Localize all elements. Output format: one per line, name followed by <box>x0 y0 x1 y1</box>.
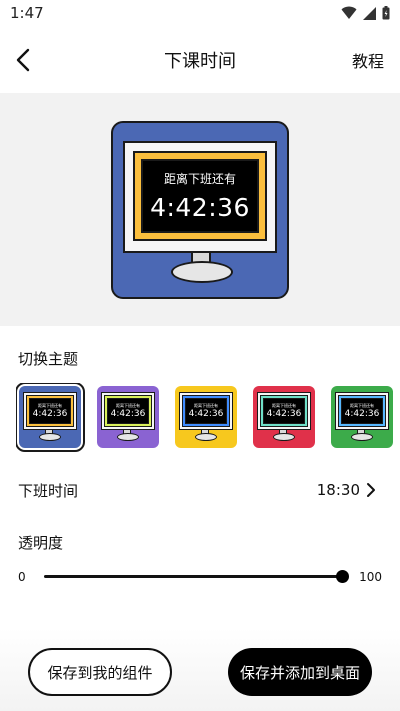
theme-monitor-display: 距离下班还有 4:42:36 <box>341 398 383 424</box>
opacity-max-label: 100 <box>359 570 382 584</box>
battery-icon <box>382 6 390 20</box>
chevron-right-icon <box>367 483 375 497</box>
theme-stand-base <box>39 433 61 441</box>
opacity-slider-track[interactable] <box>44 575 342 578</box>
theme-option-blue[interactable]: 距离下班还有 4:42:36 <box>16 383 85 452</box>
opacity-min-label: 0 <box>18 570 26 584</box>
theme-monitor-display: 距离下班还有 4:42:36 <box>107 398 149 424</box>
theme-stand-base <box>195 433 217 441</box>
theme-option-yellow[interactable]: 距离下班还有 4:42:36 <box>175 386 237 448</box>
opacity-slider-thumb[interactable] <box>336 570 349 583</box>
theme-option-red[interactable]: 距离下班还有 4:42:36 <box>253 386 315 448</box>
status-time: 1:47 <box>10 4 44 22</box>
off-work-time-label: 下班时间 <box>18 482 79 500</box>
theme-time: 4:42:36 <box>32 409 68 419</box>
widget-preview-area: 距离下班还有 4:42:36 <box>0 93 400 326</box>
save-and-add-to-desktop-button[interactable]: 保存并添加到桌面 <box>228 648 372 696</box>
wifi-icon <box>341 6 357 19</box>
status-bar: 1:47 <box>0 0 400 28</box>
theme-option-purple[interactable]: 距离下班还有 4:42:36 <box>97 386 159 448</box>
opacity-label: 透明度 <box>18 534 64 552</box>
theme-stand-base <box>273 433 295 441</box>
theme-monitor-display: 距离下班还有 4:42:36 <box>263 398 305 424</box>
theme-monitor-display: 距离下班还有 4:42:36 <box>29 398 71 424</box>
monitor-stand-base <box>171 261 233 283</box>
theme-option-green[interactable]: 距离下班还有 4:42:36 <box>331 386 393 448</box>
save-to-my-widgets-button[interactable]: 保存到我的组件 <box>28 648 172 696</box>
theme-list: 距离下班还有 4:42:36 距离下班还有 4:42:36 距离下班还有 4:4… <box>16 383 400 453</box>
theme-time: 4:42:36 <box>110 409 146 419</box>
monitor-display: 距离下班还有 4:42:36 <box>141 159 259 233</box>
theme-monitor-display: 距离下班还有 4:42:36 <box>185 398 227 424</box>
bottom-action-bar: 保存到我的组件 保存并添加到桌面 <box>0 628 400 711</box>
theme-section-label: 切换主题 <box>18 350 79 368</box>
theme-stand-base <box>117 433 139 441</box>
tutorial-link[interactable]: 教程 <box>352 48 384 72</box>
theme-stand-base <box>351 433 373 441</box>
page-title: 下课时间 <box>164 51 236 72</box>
status-icons <box>341 6 390 20</box>
signal-icon <box>363 6 376 20</box>
off-work-time-selector[interactable]: 18:30 <box>317 481 376 499</box>
widget-preview-card: 距离下班还有 4:42:36 <box>111 121 289 299</box>
theme-time: 4:42:36 <box>188 409 224 419</box>
theme-time: 4:42:36 <box>266 409 302 419</box>
countdown-label: 距离下班还有 <box>163 172 236 186</box>
countdown-value: 4:42:36 <box>150 193 250 222</box>
app-bar: 下课时间 教程 <box>0 28 400 92</box>
off-work-time-value: 18:30 <box>316 481 360 499</box>
theme-time: 4:42:36 <box>344 409 380 419</box>
